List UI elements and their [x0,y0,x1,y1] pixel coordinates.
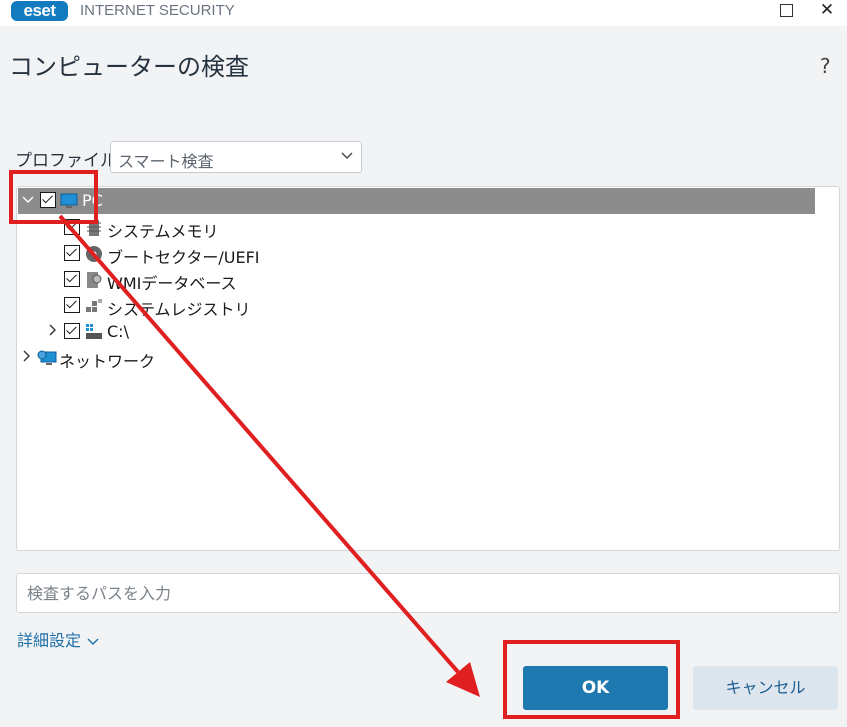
tree-item-drive-c[interactable]: C:\ [17,319,839,345]
drive-icon [85,323,103,341]
tree-item-label: システムレジストリ [107,300,251,319]
scan-path-input[interactable] [25,574,809,612]
tree-item-boot-sector[interactable]: ブートセクター/UEFI [17,241,839,267]
profile-selected-value: スマート検査 [118,152,214,171]
network-icon [37,349,57,367]
tree-item-wmi-database[interactable]: WMIデータベース [17,267,839,293]
disc-icon [85,245,103,263]
registry-icon [85,297,103,315]
tree-item-pc[interactable]: PC [18,188,815,214]
maximize-button[interactable] [766,0,806,22]
cancel-button[interactable]: キャンセル [693,666,838,710]
drive-c-checkbox[interactable] [64,323,80,339]
close-icon: ✕ [819,0,835,20]
tree-item-label: C:\ [107,322,129,341]
chevron-down-icon [341,149,353,163]
chevron-down-icon [87,636,99,649]
wmi-database-icon [85,271,103,289]
profile-label: プロファイル [15,151,117,171]
advanced-settings-label: 詳細設定 [17,631,82,650]
help-button[interactable]: ? [820,54,831,78]
tree-item-label: ネットワーク [59,352,156,371]
expand-chevron-icon[interactable] [20,350,34,365]
annotation-highlight-ok [503,640,680,719]
maximize-icon [779,4,793,17]
tree-item-system-memory[interactable]: システムメモリ [17,215,839,241]
eset-logo: eset [11,1,68,21]
profile-dropdown[interactable]: スマート検査 [110,141,362,173]
wmi-database-checkbox[interactable] [64,271,80,287]
page-title: コンピューターの検査 [9,53,249,81]
system-registry-checkbox[interactable] [64,297,80,313]
scan-path-field[interactable] [16,573,840,613]
title-bar: eset INTERNET SECURITY ✕ [0,0,847,26]
tree-item-label: システムメモリ [107,222,219,241]
tree-item-network[interactable]: ネットワーク [17,345,839,371]
tree-item-system-registry[interactable]: システムレジストリ [17,293,839,319]
tree-item-label: ブートセクター/UEFI [107,248,260,267]
tree-item-label: WMIデータベース [107,274,237,293]
expand-chevron-icon[interactable] [46,324,60,339]
scan-target-tree[interactable]: PC システムメモリ ブートセクター/UEFI WMIデータベース システムレジ… [16,186,840,551]
boot-sector-checkbox[interactable] [64,245,80,261]
product-name: INTERNET SECURITY [80,2,235,19]
annotation-highlight-pc [9,170,98,224]
close-button[interactable]: ✕ [807,0,847,22]
advanced-settings-toggle[interactable]: 詳細設定 [17,627,99,651]
